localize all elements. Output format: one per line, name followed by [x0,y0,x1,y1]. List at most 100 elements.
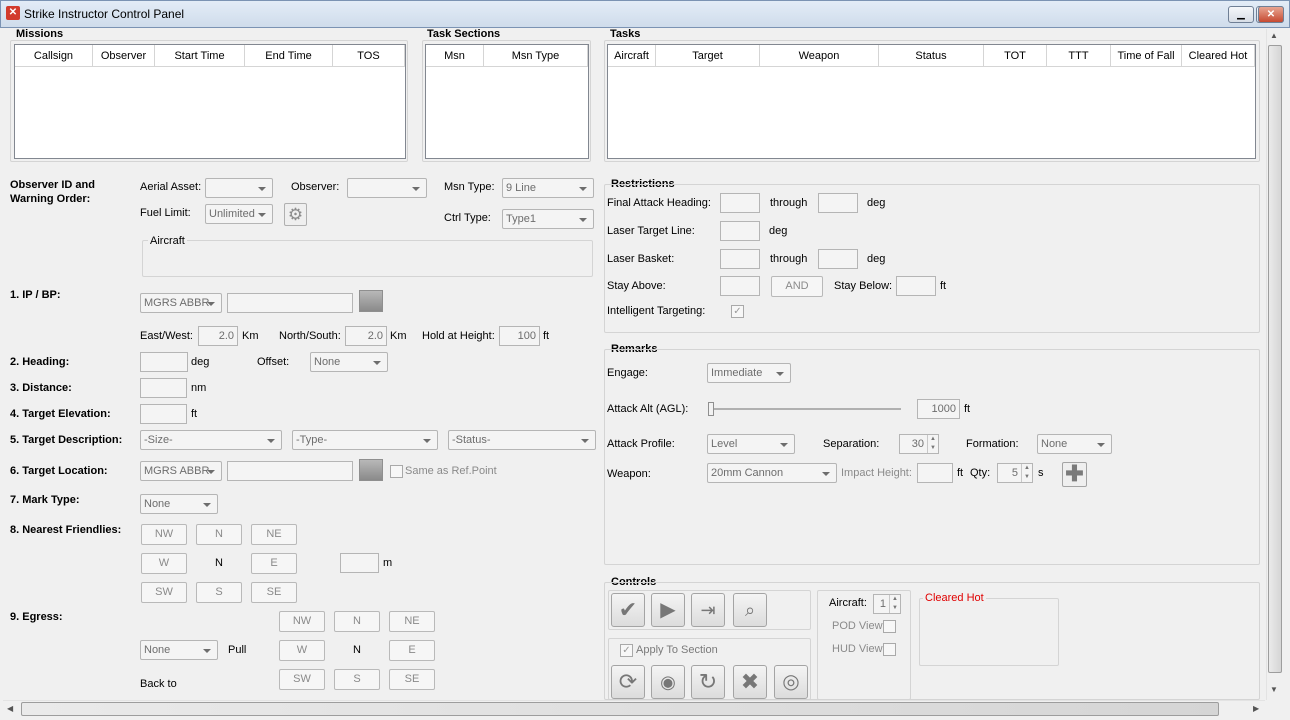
add-icon[interactable]: ✚ [1062,462,1087,487]
friendly-se-button[interactable]: SE [251,582,297,603]
formation-select[interactable]: None [1037,434,1112,454]
refresh-icon[interactable]: ⟳ [611,665,645,699]
column-header[interactable]: End Time [245,45,333,66]
laser-basket-to-input[interactable] [818,249,858,269]
stay-below-input[interactable] [896,276,936,296]
weapon-select[interactable]: 20mm Cannon [707,463,837,483]
status-select[interactable]: -Status- [448,430,596,450]
size-select[interactable]: -Size- [140,430,282,450]
ip-coordinate-input[interactable] [227,293,353,313]
egress-n-button[interactable]: N [334,611,380,632]
stay-above-input[interactable] [720,276,760,296]
offset-select[interactable]: None [310,352,388,372]
close-button[interactable]: ✕ [1258,6,1284,23]
horizontal-scroll-thumb[interactable] [21,702,1219,716]
egress-w-button[interactable]: W [279,640,325,661]
egress-se-button[interactable]: SE [389,669,435,690]
ip-coord-type-select[interactable]: MGRS ABBR [140,293,222,313]
attack-alt-slider-handle[interactable] [708,402,714,416]
elevation-input[interactable] [140,404,187,424]
egress-nw-button[interactable]: NW [279,611,325,632]
engage-select[interactable]: Immediate [707,363,791,383]
column-header[interactable]: TTT [1047,45,1111,66]
ctrl-type-select[interactable]: Type1 [502,209,594,229]
distance-input[interactable] [140,378,187,398]
egress-e-button[interactable]: E [389,640,435,661]
final-attack-to-input[interactable] [818,193,858,213]
egress-direction-select[interactable]: None [140,640,218,660]
exit-door-icon[interactable]: ⇥ [691,593,725,627]
scroll-down-icon[interactable]: ▼ [1270,685,1278,694]
spinner-arrows-icon[interactable]: ▲ ▼ [1021,464,1032,482]
scroll-up-icon[interactable]: ▲ [1270,31,1278,40]
delete-x-icon[interactable]: ✖ [733,665,767,699]
column-header[interactable]: Start Time [155,45,245,66]
pod-view-checkbox[interactable] [883,620,896,633]
egress-ne-button[interactable]: NE [389,611,435,632]
vertical-scroll-thumb[interactable] [1268,45,1282,673]
friendly-distance-input[interactable] [340,553,379,573]
spinner-arrows-icon[interactable]: ▲ ▼ [927,435,938,453]
settings-gear-icon[interactable]: ⚙ [284,203,307,226]
scroll-left-icon[interactable]: ◀ [7,704,13,713]
hold-height-input[interactable]: 100 [499,326,540,346]
separation-spinner[interactable]: 30 ▲ ▼ [899,434,939,454]
mark-type-select[interactable]: None [140,494,218,514]
north-south-input[interactable]: 2.0 [345,326,387,346]
heading-input[interactable] [140,352,188,372]
hud-view-checkbox[interactable] [883,643,896,656]
task-sections-table[interactable]: Msn Msn Type [425,44,589,159]
scroll-right-icon[interactable]: ▶ [1253,704,1259,713]
attack-alt-slider-track[interactable] [711,408,901,410]
column-header[interactable]: Time of Fall [1111,45,1182,66]
column-header[interactable]: Msn Type [484,45,588,66]
egress-sw-button[interactable]: SW [279,669,325,690]
final-attack-from-input[interactable] [720,193,760,213]
friendly-w-button[interactable]: W [141,553,187,574]
tasks-table[interactable]: Aircraft Target Weapon Status TOT TTT Ti… [607,44,1256,159]
column-header[interactable]: TOT [984,45,1047,66]
attack-profile-select[interactable]: Level [707,434,795,454]
attack-alt-input[interactable]: 1000 [917,399,960,419]
intelligent-targeting-checkbox[interactable]: ✓ [731,305,744,318]
target-icon[interactable]: ◎ [774,665,808,699]
friendly-n-button[interactable]: N [196,524,242,545]
spinner-arrows-icon[interactable]: ▲ ▼ [889,595,900,613]
observer-select[interactable] [347,178,427,198]
column-header[interactable]: TOS [333,45,405,66]
apply-section-checkbox[interactable]: ✓ [620,644,633,657]
friendly-nw-button[interactable]: NW [141,524,187,545]
location-coordinate-input[interactable] [227,461,353,481]
column-header[interactable]: Callsign [15,45,93,66]
msn-type-select[interactable]: 9 Line [502,178,594,198]
egress-s-button[interactable]: S [334,669,380,690]
column-header[interactable]: Status [879,45,984,66]
minimize-button[interactable]: ▁ [1228,6,1254,23]
type-select[interactable]: -Type- [292,430,438,450]
friendly-e-button[interactable]: E [251,553,297,574]
column-header[interactable]: Aircraft [608,45,656,66]
column-header[interactable]: Msn [426,45,484,66]
column-header[interactable]: Weapon [760,45,879,66]
aerial-asset-select[interactable] [205,178,273,198]
laser-basket-from-input[interactable] [720,249,760,269]
column-header[interactable]: Cleared Hot [1182,45,1255,66]
location-coord-type-select[interactable]: MGRS ABBR [140,461,222,481]
friendly-s-button[interactable]: S [196,582,242,603]
qty-spinner[interactable]: 5 ▲ ▼ [997,463,1033,483]
zoom-map-icon[interactable]: ⌕ [733,593,767,627]
binoculars-icon[interactable]: ◉ [651,665,685,699]
fuel-limit-select[interactable]: Unlimited [205,204,273,224]
aircraft-spinner[interactable]: 1 ▲ ▼ [873,594,901,614]
map-pick-icon[interactable] [359,459,383,481]
laser-line-input[interactable] [720,221,760,241]
impact-height-input[interactable] [917,463,953,483]
friendly-sw-button[interactable]: SW [141,582,187,603]
missions-table[interactable]: Callsign Observer Start Time End Time TO… [14,44,406,159]
same-as-ref-checkbox[interactable] [390,465,403,478]
horizontal-scrollbar[interactable]: ◀ ▶ [3,700,1265,717]
and-button[interactable]: AND [771,276,823,297]
redo-icon[interactable]: ↻ [691,665,725,699]
accept-check-icon[interactable]: ✔ [611,593,645,627]
vertical-scrollbar[interactable]: ▲ ▼ [1266,29,1283,700]
